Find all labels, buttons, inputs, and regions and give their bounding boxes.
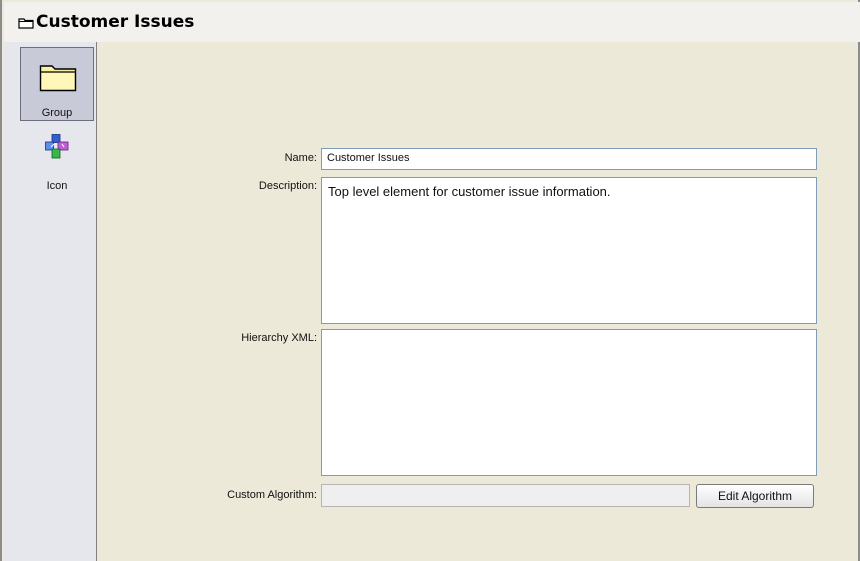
puzzle-pieces-icon (45, 134, 69, 159)
name-label: Name: (284, 152, 317, 164)
properties-panel: Name: Customer Issues Description: Top l… (97, 42, 858, 561)
folder-icon (18, 18, 34, 29)
page-title: Customer Issues (36, 12, 195, 32)
name-field[interactable]: Customer Issues (321, 148, 817, 170)
hierarchy-xml-label: Hierarchy XML: (241, 332, 317, 344)
title-bar: Customer Issues (4, 2, 860, 42)
description-field[interactable]: Top level element for customer issue inf… (321, 177, 817, 324)
hierarchy-xml-field[interactable] (321, 329, 817, 476)
sidebar-item-icon[interactable]: Icon (20, 130, 94, 192)
folder-icon (39, 65, 77, 92)
description-label: Description: (258, 180, 317, 192)
sidebar-item-group[interactable]: Group (20, 47, 94, 121)
custom-algorithm-field (321, 484, 690, 507)
editor-window: Customer Issues Group Icon Name: Custome… (0, 0, 860, 561)
custom-algorithm-label: Custom Algorithm: (227, 489, 317, 501)
sidebar-item-label: Icon (46, 180, 68, 192)
edit-algorithm-button[interactable]: Edit Algorithm (696, 484, 814, 508)
sidebar-item-label: Group (41, 107, 73, 119)
sidebar: Group Icon (4, 42, 97, 561)
